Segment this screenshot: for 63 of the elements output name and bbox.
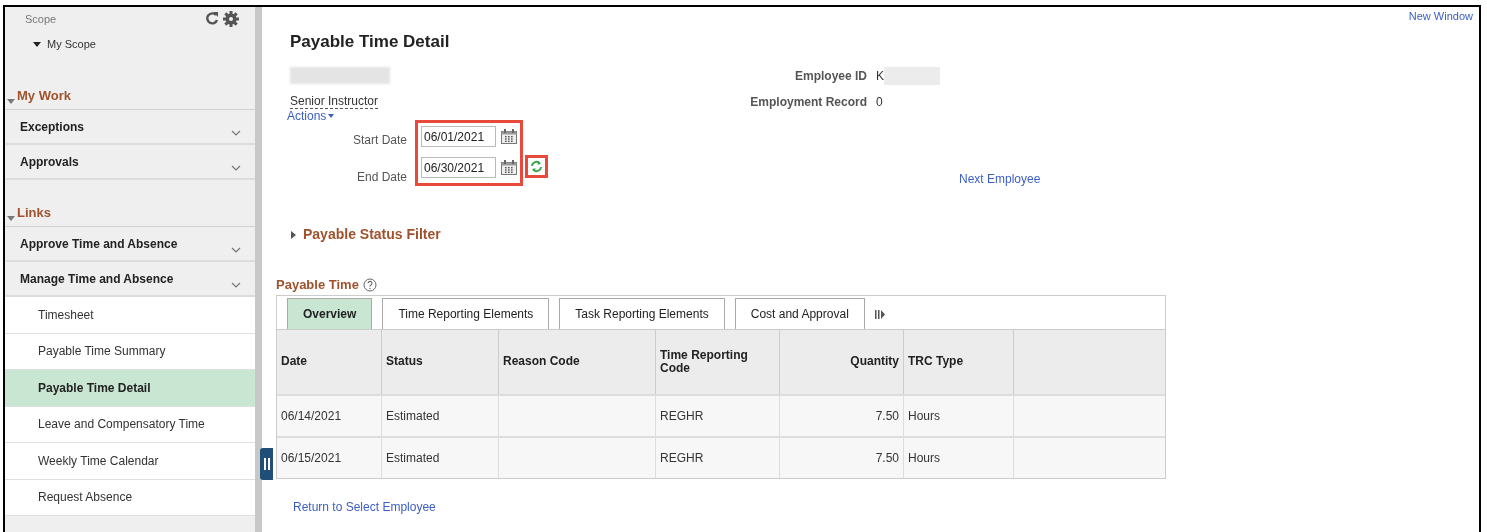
next-employee-link[interactable]: Next Employee	[959, 170, 1041, 188]
field-value: 0	[876, 94, 884, 111]
column-header: TRC Type	[904, 329, 1014, 394]
scroll-bar[interactable]	[255, 7, 262, 532]
caret-icon	[7, 214, 15, 222]
help-icon[interactable]	[362, 277, 377, 292]
grid-tab[interactable]: Cost and Approval	[734, 297, 865, 329]
nav-link[interactable]: Timesheet	[5, 297, 255, 334]
job-title-link[interactable]: Senior Instructor	[290, 94, 379, 109]
settings-icon[interactable]	[223, 11, 239, 27]
table-cell: 7.50	[780, 437, 904, 478]
table-cell: Estimated	[382, 395, 499, 436]
column-header: Quantity	[780, 329, 904, 394]
table-cell: 06/14/2021	[277, 395, 382, 436]
date-field[interactable]: 06/01/2021	[421, 126, 496, 147]
pause-icon	[263, 458, 270, 470]
nav-link[interactable]: Payable Time Detail	[5, 370, 255, 407]
grid-title: Payable Time	[276, 276, 359, 294]
table-cell: Hours	[904, 395, 1014, 436]
show-all-columns-icon[interactable]	[874, 309, 885, 319]
column-header: Reason Code	[499, 329, 656, 394]
chevron-down-icon	[231, 247, 241, 253]
field-label: Employment Record	[749, 94, 867, 111]
scope-label: Scope	[25, 12, 57, 27]
page-title: Payable Time Detail	[290, 30, 451, 53]
caret-icon	[289, 230, 297, 239]
nav-link[interactable]: Leave and Compensatory Time	[5, 406, 255, 443]
refresh-icon[interactable]	[205, 11, 219, 25]
grid-tab[interactable]: Overview	[287, 297, 373, 329]
scope-tree-item[interactable]: My Scope	[5, 35, 255, 52]
return-link[interactable]: Return to Select Employee	[293, 497, 436, 516]
table-cell: 06/15/2021	[277, 437, 382, 478]
refresh-icon[interactable]	[530, 160, 543, 173]
field-value: K	[876, 68, 884, 85]
column-header: Date	[277, 329, 382, 394]
table-cell: REGHR	[656, 437, 780, 478]
caret-icon	[328, 114, 335, 118]
nav-link[interactable]: Request Absence	[5, 479, 255, 516]
field-label: Start Date	[352, 132, 407, 149]
nav-link[interactable]: Payable Time Summary	[5, 333, 255, 370]
table-cell: REGHR	[656, 395, 780, 436]
table-cell: Hours	[904, 437, 1014, 478]
collapse-handle[interactable]	[260, 448, 273, 480]
new-window-link[interactable]: New Window	[1408, 8, 1473, 25]
status-filter-toggle[interactable]: Payable Status Filter	[289, 224, 441, 245]
chevron-down-icon	[231, 165, 241, 171]
grid-tab[interactable]: Time Reporting Elements	[382, 297, 550, 329]
table-cell: Estimated	[382, 437, 499, 478]
table-cell: 7.50	[780, 395, 904, 436]
grid-tab[interactable]: Task Reporting Elements	[559, 297, 725, 329]
column-header: Time Reporting Code	[656, 329, 780, 394]
caret-icon	[7, 97, 15, 105]
caret-icon	[33, 39, 41, 48]
column-header: Status	[382, 329, 499, 394]
chevron-down-icon	[231, 282, 241, 288]
calendar-icon[interactable]	[501, 160, 517, 175]
date-field[interactable]: 06/30/2021	[421, 157, 496, 178]
chevron-down-icon	[231, 130, 241, 136]
actions-menu[interactable]: Actions	[287, 109, 335, 123]
field-label: End Date	[356, 169, 407, 186]
field-label: Employee ID	[793, 68, 867, 85]
nav-link[interactable]: Weekly Time Calendar	[5, 443, 255, 480]
calendar-icon[interactable]	[501, 129, 517, 144]
